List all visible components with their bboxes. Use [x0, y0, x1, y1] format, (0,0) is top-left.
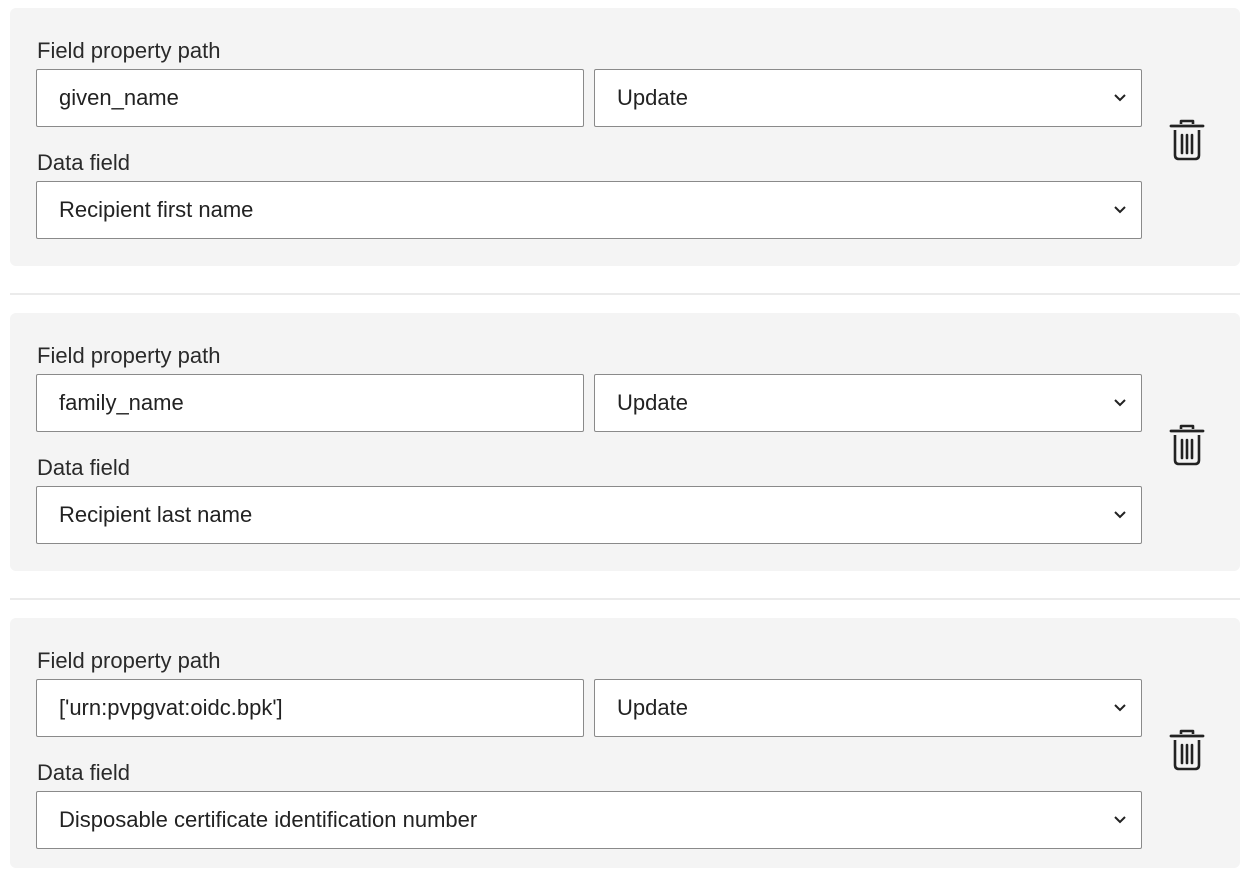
chevron-down-icon: [1114, 704, 1126, 712]
field-property-path-label: Field property path: [37, 38, 221, 63]
divider: [10, 598, 1240, 600]
trash-icon[interactable]: [1168, 423, 1206, 467]
trash-icon[interactable]: [1168, 728, 1206, 772]
data-field-select-value: Disposable certificate identification nu…: [59, 807, 478, 832]
field-property-path-input[interactable]: family_name: [36, 374, 584, 432]
mapping-card: Field property path ['urn:pvpgvat:oidc.b…: [10, 618, 1240, 868]
action-select[interactable]: Update: [594, 374, 1142, 432]
action-select[interactable]: Update: [594, 69, 1142, 127]
trash-icon[interactable]: [1168, 118, 1206, 162]
mapping-card: Field property path given_name Update Da…: [10, 8, 1240, 266]
chevron-down-icon: [1114, 94, 1126, 102]
data-field-select[interactable]: Recipient first name: [36, 181, 1142, 239]
data-field-select-value: Recipient last name: [59, 502, 253, 527]
data-field-label: Data field: [37, 760, 130, 785]
data-field-select[interactable]: Disposable certificate identification nu…: [36, 791, 1142, 849]
action-select-value: Update: [617, 390, 688, 415]
field-property-path-input[interactable]: ['urn:pvpgvat:oidc.bpk']: [36, 679, 584, 737]
chevron-down-icon: [1114, 511, 1126, 519]
data-field-label: Data field: [37, 455, 130, 480]
divider: [10, 293, 1240, 295]
mapping-card: Field property path family_name Update D…: [10, 313, 1240, 571]
field-property-path-input[interactable]: given_name: [36, 69, 584, 127]
data-field-select[interactable]: Recipient last name: [36, 486, 1142, 544]
action-select[interactable]: Update: [594, 679, 1142, 737]
data-field-select-value: Recipient first name: [59, 197, 254, 222]
field-property-path-label: Field property path: [37, 648, 221, 673]
data-field-label: Data field: [37, 150, 130, 175]
action-select-value: Update: [617, 695, 688, 720]
chevron-down-icon: [1114, 206, 1126, 214]
field-property-path-label: Field property path: [37, 343, 221, 368]
chevron-down-icon: [1114, 399, 1126, 407]
field-mapping-list: Field property path given_name Update Da…: [0, 0, 1240, 869]
chevron-down-icon: [1114, 816, 1126, 824]
action-select-value: Update: [617, 85, 688, 110]
